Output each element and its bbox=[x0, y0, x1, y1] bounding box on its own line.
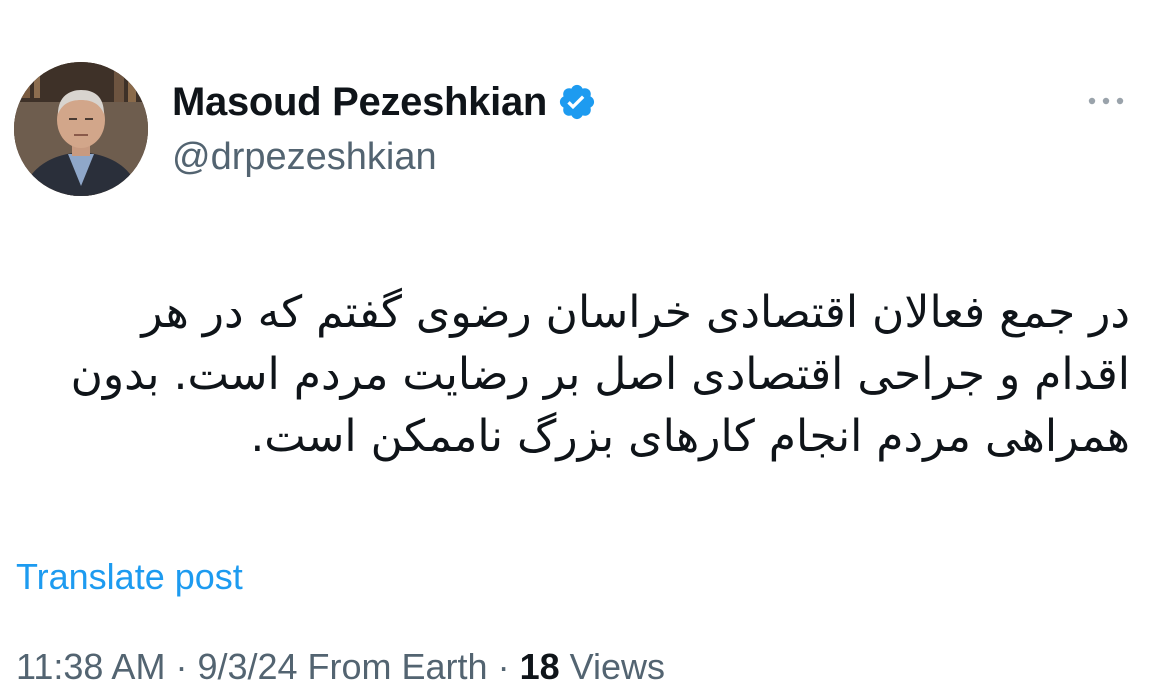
post-time[interactable]: 11:38 AM bbox=[16, 646, 165, 687]
post-source: From Earth bbox=[297, 646, 488, 687]
display-name[interactable]: Masoud Pezeshkian bbox=[172, 80, 547, 125]
views-count[interactable]: 18 bbox=[520, 646, 560, 687]
tweet-card: Masoud Pezeshkian @drpezeshkian در جمع ف… bbox=[0, 0, 1156, 698]
post-text: در جمع فعالان اقتصادی خراسان رضوی گفتم ک… bbox=[70, 287, 1130, 462]
avatar[interactable] bbox=[14, 62, 148, 196]
author-name-row: Masoud Pezeshkian bbox=[172, 78, 597, 126]
more-options-icon[interactable] bbox=[1082, 86, 1130, 116]
views-label[interactable]: Views bbox=[560, 646, 665, 687]
post-date[interactable]: 9/3/24 bbox=[197, 646, 297, 687]
verified-badge-icon[interactable] bbox=[557, 82, 597, 122]
avatar-image bbox=[14, 62, 148, 196]
meta-separator: · bbox=[165, 646, 198, 687]
meta-separator: · bbox=[487, 646, 520, 687]
post-metadata: 11:38 AM · 9/3/24 From Earth · 18 Views bbox=[16, 646, 665, 688]
author-handle[interactable]: @drpezeshkian bbox=[172, 136, 437, 179]
translate-post-link[interactable]: Translate post bbox=[16, 556, 243, 598]
